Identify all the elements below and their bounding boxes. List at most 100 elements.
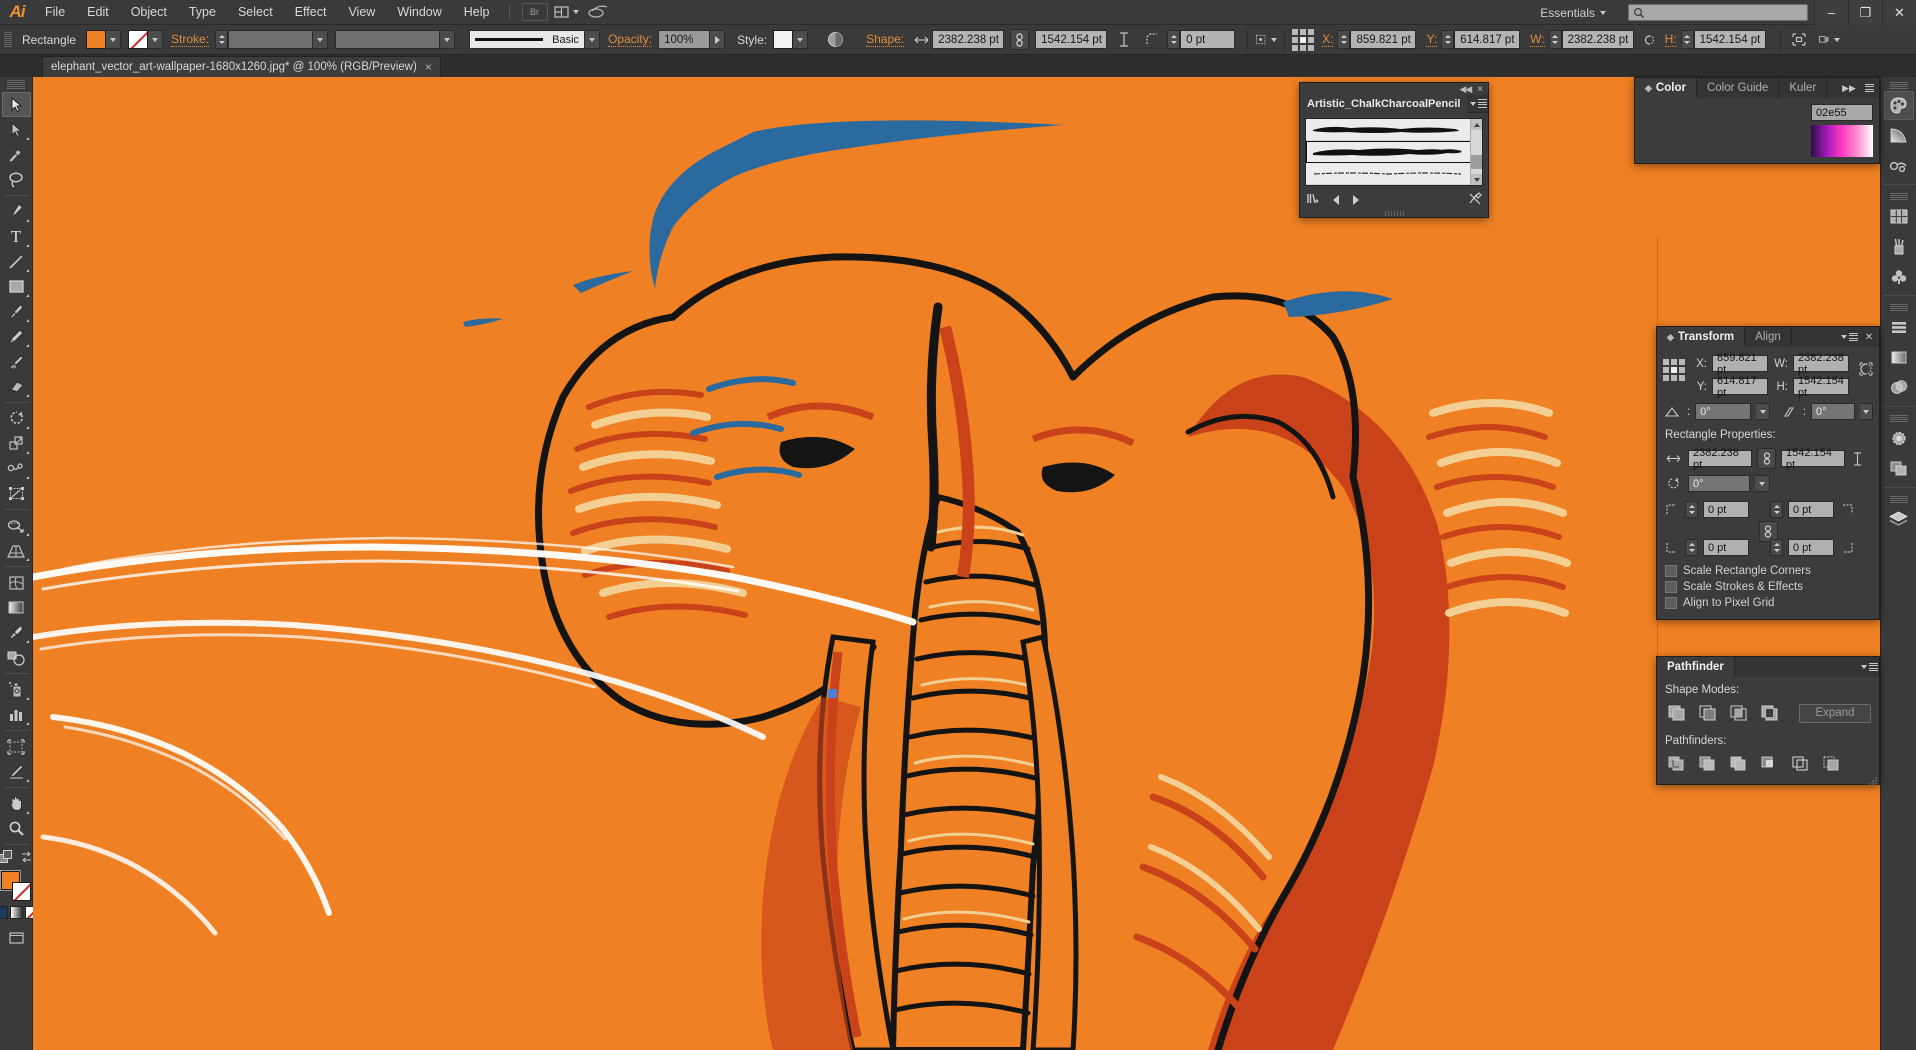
color-panel-icon[interactable] [1884, 91, 1914, 120]
stroke-profile-field[interactable] [335, 30, 440, 49]
line-segment-tool[interactable] [2, 249, 31, 274]
tab-pathfinder[interactable]: Pathfinder [1657, 657, 1735, 677]
graphic-style-swatch[interactable] [773, 30, 793, 49]
tab-transform[interactable]: ◆ Transform [1657, 327, 1745, 347]
transform-x-field[interactable]: 859.821 pt [1712, 355, 1768, 372]
rect-height-field[interactable]: 1542.154 pt [1781, 450, 1845, 467]
dock-gripper-1[interactable] [1890, 81, 1908, 89]
shape-width-field[interactable]: 2382.238 pt [932, 30, 1004, 49]
stroke-swatch[interactable] [128, 30, 148, 49]
dock-gripper-4[interactable] [1890, 414, 1908, 422]
w-stepper[interactable] [1549, 30, 1562, 49]
scroll-down-icon[interactable] [1471, 174, 1483, 185]
close-icon[interactable]: ✕ [1882, 0, 1916, 25]
fill-swatch[interactable] [86, 30, 106, 49]
swap-fill-stroke-icon[interactable] [20, 851, 33, 867]
arrange-documents-icon[interactable] [554, 3, 579, 21]
corner-br-field[interactable]: 0 pt [1788, 539, 1834, 556]
artboard-canvas[interactable] [33, 77, 1880, 1050]
brush-list-scrollbar[interactable] [1470, 119, 1482, 185]
dock-gripper-3[interactable] [1890, 303, 1908, 311]
rect-width-field[interactable]: 2382.238 pt [1688, 450, 1752, 467]
divide-icon[interactable] [1665, 754, 1687, 774]
blend-tool[interactable] [2, 645, 31, 670]
column-graph-tool[interactable] [2, 702, 31, 727]
zoom-tool[interactable] [2, 816, 31, 841]
scale-tool[interactable] [2, 431, 31, 456]
corner-radius-stepper[interactable] [1167, 30, 1180, 49]
control-bar-gripper[interactable] [4, 31, 12, 49]
tab-kuler[interactable]: Kuler [1779, 78, 1827, 98]
gradient-panel-icon[interactable] [1884, 121, 1914, 150]
brush-list[interactable] [1305, 118, 1483, 186]
menu-edit[interactable]: Edit [76, 0, 120, 25]
artboard-tool[interactable] [2, 734, 31, 759]
exclude-icon[interactable] [1758, 703, 1780, 723]
direct-selection-tool[interactable] [2, 117, 31, 142]
library-menu-icon[interactable] [1306, 193, 1319, 208]
rectangle-tool[interactable] [2, 274, 31, 299]
transform-rotate-field[interactable]: 0° [1695, 403, 1751, 420]
color-spectrum-ramp[interactable] [1811, 125, 1873, 157]
h-field[interactable]: 1542.154 pt [1694, 30, 1766, 49]
pathfinder-panel-menu-icon[interactable] [1859, 657, 1879, 677]
panel-collapse-arrows-icon[interactable]: ▶▶ [1839, 78, 1859, 98]
stroke-panel-icon[interactable] [1884, 151, 1914, 180]
brush-panel-resize-grip[interactable] [1300, 209, 1488, 217]
color-mode-icon[interactable] [0, 906, 8, 919]
tab-color[interactable]: ◆ Color [1635, 78, 1697, 98]
x-stepper[interactable] [1337, 30, 1350, 49]
y-field[interactable]: 614.817 pt [1454, 30, 1520, 49]
stroke-profile-dropdown[interactable] [440, 30, 455, 49]
mesh-tool[interactable] [2, 570, 31, 595]
eyedropper-tool[interactable] [2, 620, 31, 645]
stroke-color-swatch[interactable] [12, 882, 31, 901]
document-tab[interactable]: elephant_vector_art-wallpaper-1680x1260.… [42, 56, 441, 77]
free-transform-tool[interactable] [2, 481, 31, 506]
menu-help[interactable]: Help [453, 0, 501, 25]
default-fill-stroke-icon[interactable] [0, 850, 13, 867]
menu-type[interactable]: Type [178, 0, 227, 25]
reference-point-selector[interactable] [1292, 29, 1314, 51]
menu-window[interactable]: Window [386, 0, 452, 25]
list-item[interactable] [1306, 163, 1482, 185]
next-icon[interactable] [1353, 195, 1359, 205]
menu-file[interactable]: File [34, 0, 76, 25]
menu-object[interactable]: Object [120, 0, 178, 25]
dock-gripper-2[interactable] [1890, 192, 1908, 200]
outline-icon[interactable] [1789, 754, 1811, 774]
opacity-label[interactable]: Opacity: [608, 32, 652, 47]
minus-back-icon[interactable] [1820, 754, 1842, 774]
constrain-proportions-icon[interactable] [1859, 361, 1873, 401]
scale-rectangle-corners-checkbox[interactable] [1665, 565, 1677, 577]
hand-tool[interactable] [2, 791, 31, 816]
swatches-panel-icon[interactable] [1884, 202, 1914, 231]
close-icon[interactable]: × [1477, 84, 1483, 95]
corner-bottom-left-icon[interactable] [1663, 541, 1680, 554]
y-stepper[interactable] [1441, 30, 1454, 49]
go-to-icon[interactable] [585, 3, 613, 21]
crop-icon[interactable] [1758, 754, 1780, 774]
symbols-panel-icon[interactable] [1884, 262, 1914, 291]
align-to-pixel-grid-row[interactable]: Align to Pixel Grid [1665, 597, 1873, 609]
h-stepper[interactable] [1681, 30, 1694, 49]
trim-icon[interactable] [1696, 754, 1718, 774]
menu-effect[interactable]: Effect [284, 0, 338, 25]
corner-br-stepper[interactable] [1770, 539, 1783, 556]
expand-button[interactable]: Expand [1799, 704, 1871, 723]
document-setup-icon[interactable] [1818, 29, 1840, 51]
search-input[interactable] [1628, 4, 1808, 21]
corner-tl-stepper[interactable] [1685, 501, 1698, 518]
corner-tl-field[interactable]: 0 pt [1703, 501, 1749, 518]
restore-icon[interactable]: ❐ [1848, 0, 1882, 25]
scrollbar-thumb[interactable] [1471, 155, 1483, 169]
bridge-icon[interactable]: Br [522, 3, 548, 21]
align-to-selection-icon[interactable] [1255, 29, 1277, 51]
shear-dropdown[interactable] [1860, 403, 1873, 420]
close-icon[interactable]: × [425, 60, 432, 74]
scale-strokes-effects-row[interactable]: Scale Strokes & Effects [1665, 581, 1873, 593]
scroll-up-icon[interactable] [1471, 119, 1483, 130]
paintbrush-tool[interactable] [2, 299, 31, 324]
align-to-pixel-grid-checkbox[interactable] [1665, 597, 1677, 609]
lasso-tool[interactable] [2, 167, 31, 192]
